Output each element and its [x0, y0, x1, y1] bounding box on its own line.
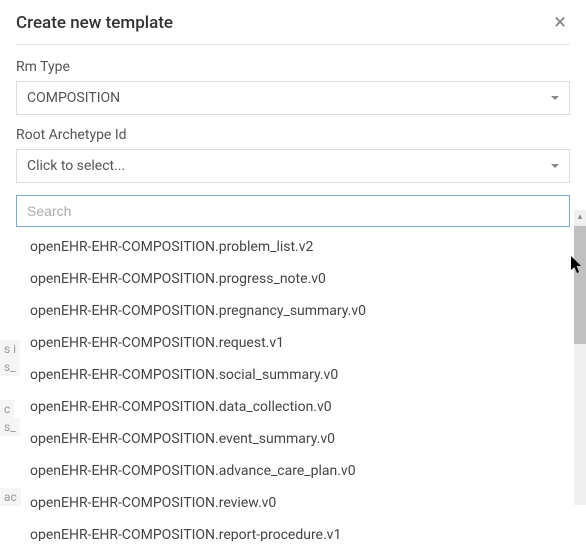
rm-type-label: Rm Type: [16, 59, 570, 75]
scroll-up-arrow-icon[interactable]: ▴: [576, 212, 584, 220]
root-archetype-select[interactable]: Click to select...: [16, 149, 570, 183]
dropdown-option[interactable]: openEHR-EHR-COMPOSITION.review.v0: [16, 487, 570, 519]
close-button[interactable]: ×: [550, 12, 570, 34]
modal-header: Create new template ×: [16, 12, 570, 45]
caret-down-icon: [551, 164, 559, 168]
archetype-dropdown-list: openEHR-EHR-COMPOSITION.problem_list.v2 …: [16, 231, 570, 541]
root-archetype-label: Root Archetype Id: [16, 127, 570, 143]
dropdown-option[interactable]: openEHR-EHR-COMPOSITION.social_summary.v…: [16, 359, 570, 391]
rm-type-select[interactable]: COMPOSITION: [16, 81, 570, 115]
archetype-search-input[interactable]: [16, 195, 570, 227]
dropdown-option[interactable]: openEHR-EHR-COMPOSITION.advance_care_pla…: [16, 455, 570, 487]
dropdown-option[interactable]: openEHR-EHR-COMPOSITION.report-procedure…: [16, 519, 570, 541]
dropdown-option[interactable]: openEHR-EHR-COMPOSITION.request.v1: [16, 327, 570, 359]
modal-title: Create new template: [16, 13, 173, 33]
create-template-modal: Create new template × Rm Type COMPOSITIO…: [0, 0, 586, 553]
scrollbar-thumb[interactable]: [574, 226, 586, 344]
dropdown-option[interactable]: openEHR-EHR-COMPOSITION.data_collection.…: [16, 391, 570, 423]
bg-fragment: c: [0, 400, 14, 418]
dropdown-option[interactable]: openEHR-EHR-COMPOSITION.problem_list.v2: [16, 231, 570, 263]
dropdown-option[interactable]: openEHR-EHR-COMPOSITION.progress_note.v0: [16, 263, 570, 295]
dropdown-option[interactable]: openEHR-EHR-COMPOSITION.event_summary.v0: [16, 423, 570, 455]
caret-down-icon: [551, 96, 559, 100]
scrollbar-track[interactable]: ▴: [574, 210, 586, 505]
root-archetype-placeholder: Click to select...: [27, 158, 125, 174]
rm-type-value: COMPOSITION: [27, 90, 120, 106]
dropdown-option[interactable]: openEHR-EHR-COMPOSITION.pregnancy_summar…: [16, 295, 570, 327]
